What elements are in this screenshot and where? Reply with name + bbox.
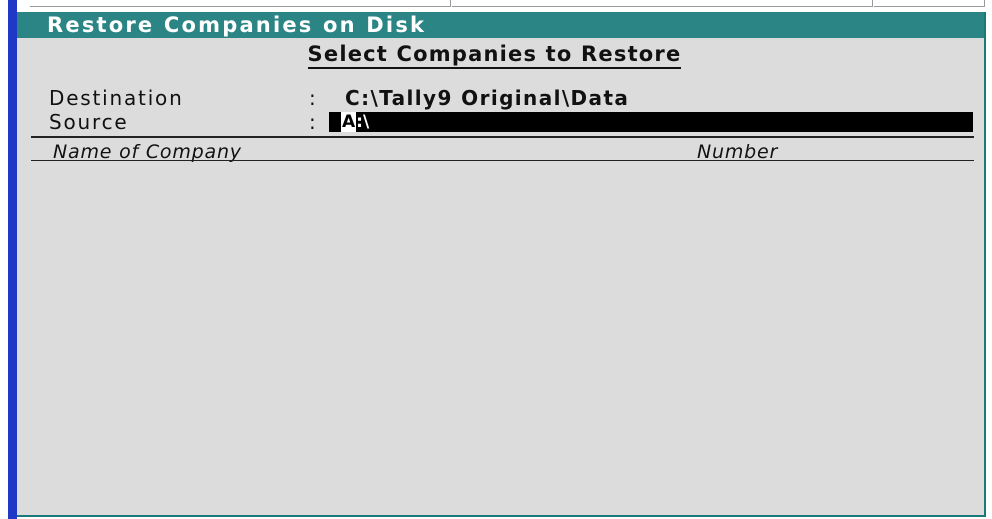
top-tab-divider xyxy=(30,0,451,7)
restore-companies-panel: Restore Companies on Disk Select Compani… xyxy=(17,12,986,517)
source-input-text: :\ xyxy=(356,112,370,132)
table-header-rule xyxy=(31,160,974,161)
top-tab-divider xyxy=(452,0,873,7)
table-top-rule xyxy=(31,136,974,138)
text-cursor: A xyxy=(341,112,357,132)
source-colon: : xyxy=(309,110,316,134)
left-accent-bar xyxy=(8,0,17,519)
source-label: Source xyxy=(49,110,129,134)
window-title: Restore Companies on Disk xyxy=(17,12,984,38)
source-input[interactable]: A:\ xyxy=(329,112,973,132)
company-list xyxy=(31,162,974,502)
form-heading: Select Companies to Restore xyxy=(17,42,972,69)
destination-value: C:\Tally9 Original\Data xyxy=(345,86,630,110)
destination-colon: : xyxy=(309,86,316,110)
destination-label: Destination xyxy=(49,86,184,110)
form-heading-text: Select Companies to Restore xyxy=(307,42,682,69)
top-tab-divider xyxy=(874,0,985,7)
